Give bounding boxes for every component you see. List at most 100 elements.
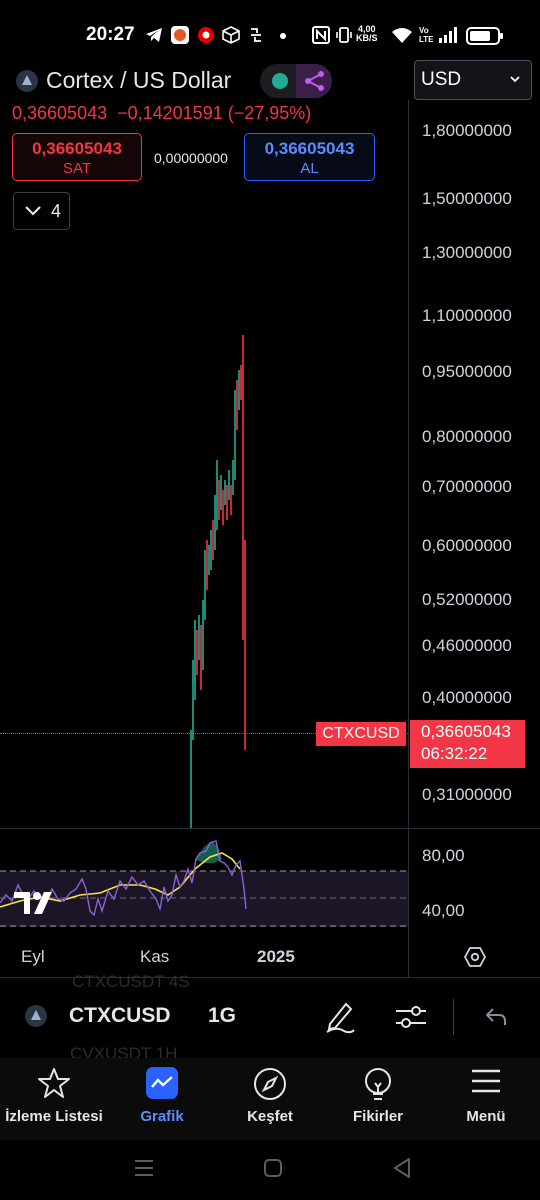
bar-countdown: 06:32:22 [421,744,488,763]
market-open-icon [272,73,288,89]
rsi-pane[interactable] [0,829,408,937]
candle [218,480,220,520]
drawing-tool-icon[interactable] [324,998,356,1034]
menu-icon [472,1069,500,1093]
candle [194,620,196,700]
candle [220,475,222,510]
nav-explore[interactable]: Keşfet [216,1058,324,1140]
candle [190,730,192,828]
rsi-tick: 40,00 [422,901,465,920]
candle [202,600,204,670]
wifi-icon [392,28,412,43]
nav-watchlist[interactable]: İzleme Listesi [0,1058,108,1140]
share-icon[interactable] [304,70,326,92]
candle [244,540,246,750]
price-tick: 0,52000000 [422,590,512,609]
net-speed: 4,00 KB/S [356,25,378,43]
toolbar-interval[interactable]: 1G [208,1004,236,1028]
candle [210,530,212,570]
market-status-pill[interactable] [260,64,332,98]
candle [216,460,218,530]
lte-bottom: LTE [419,35,434,44]
nav-ideas[interactable]: Fikirler [324,1058,432,1140]
toolbar-symbol[interactable]: CTXCUSD [69,1004,171,1028]
price-axis-divider [408,100,409,978]
candle [208,545,210,575]
nav-label: Menü [466,1108,506,1125]
price-tick: 1,50000000 [422,189,512,208]
vodafone-icon [198,27,214,43]
price-tick: 0,46000000 [422,636,512,655]
tradingview-logo [14,892,52,914]
candle [222,490,224,525]
candle [224,480,226,505]
chart-icon [146,1067,178,1099]
candle [228,470,230,500]
chart-settings-icon[interactable] [464,946,486,968]
system-nav-bar [0,1140,540,1200]
home-icon[interactable] [263,1158,283,1178]
symbol-price-tag: CTXCUSD [316,722,406,746]
candlestick-chart[interactable] [0,100,408,828]
price-tick: 0,95000000 [422,362,512,381]
candle [192,660,194,740]
nav-label: İzleme Listesi [5,1108,103,1125]
star-icon [38,1068,70,1098]
candle [230,485,232,515]
battery-icon [466,27,503,45]
price-tick: 0,31000000 [422,785,512,804]
price-tick: 0,70000000 [422,477,512,496]
signal-icon [439,27,457,43]
telegram-icon [146,28,162,42]
candle [212,520,214,560]
candle [196,630,198,675]
time-tick: 2025 [257,947,295,966]
box-icon [222,26,240,44]
candle [200,625,202,690]
price-tick: 0,60000000 [422,536,512,555]
symbol-logo [16,70,38,92]
candle [204,550,206,620]
nav-menu[interactable]: Menü [432,1058,540,1140]
price-tick: 1,80000000 [422,121,512,140]
back-icon[interactable] [392,1157,412,1179]
toolbar-symbol-logo [25,1005,47,1027]
time-tick: Kas [140,947,170,966]
nav-chart[interactable]: Grafik [108,1058,216,1140]
price-tick: 0,40000000 [422,688,512,707]
recents-icon[interactable] [133,1158,155,1178]
time-tick: Eyl [21,947,45,966]
dot-icon [280,33,286,39]
nav-label: Fikirler [352,1108,404,1125]
candle [206,540,208,590]
indicators-settings-icon[interactable] [394,1001,428,1033]
vibrate-icon [336,27,352,43]
undo-icon[interactable] [484,1006,508,1028]
ghost-list-row: CTXCUSDT 4S [72,972,190,991]
candle [232,460,234,495]
candle [226,485,228,520]
sync-icon [251,28,261,42]
rsi-tick: 80,00 [422,846,465,865]
candle [214,495,216,550]
net-speed-unit: KB/S [356,33,378,43]
lte-indicator: Vo LTE [419,26,434,44]
currency-label: USD [421,69,462,90]
nav-label: Keşfet [247,1108,293,1125]
last-price-tag: 0,36605043 06:32:22 [410,720,525,768]
toolbar-divider [453,999,454,1035]
currency-select[interactable]: USD [414,60,532,100]
candle [234,390,236,480]
candle [238,370,240,410]
candle [236,380,238,430]
candle [240,365,242,400]
price-tick: 0,80000000 [422,427,512,446]
bottom-nav: İzleme Listesi Grafik Keşfet Fikirler Me… [0,1058,540,1140]
lightbulb-icon [365,1068,391,1100]
last-price-value: 0,36605043 [421,722,511,741]
symbol-title[interactable]: Cortex / US Dollar [46,67,231,94]
nfc-icon [312,26,330,44]
candle [198,615,200,660]
game-icon [171,26,189,44]
compass-icon [254,1068,286,1100]
